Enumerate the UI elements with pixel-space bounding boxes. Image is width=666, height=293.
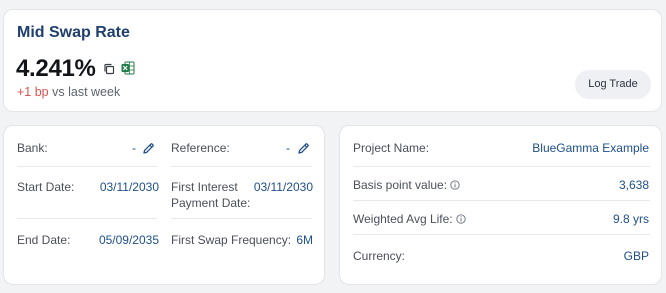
divider (353, 166, 650, 167)
excel-icon[interactable] (121, 61, 135, 75)
wal-value: 9.8 yrs (612, 212, 649, 226)
currency-value: GBP (623, 249, 649, 263)
edit-bank-pencil-icon[interactable] (142, 142, 155, 155)
divider (17, 218, 157, 219)
divider (353, 200, 650, 201)
first-swap-frequency-value: 6M (296, 233, 313, 247)
card-title: Mid Swap Rate (17, 24, 130, 41)
divider (171, 218, 312, 219)
start-date-label: Start Date: (17, 180, 75, 194)
end-date-label: End Date: (17, 233, 71, 247)
first-interest-value: 03/11/2030 (253, 180, 313, 194)
bank-value: - (132, 141, 136, 155)
divider (353, 234, 650, 235)
info-icon[interactable] (455, 214, 466, 224)
edit-reference-pencil-icon[interactable] (297, 142, 310, 155)
wal-label-row: Weighted Avg Life: (353, 211, 466, 227)
start-date-value: 03/11/2030 (99, 180, 159, 194)
change-delta: +1 bp (17, 85, 49, 99)
bank-label: Bank: (17, 141, 48, 155)
project-summary-card: Project Name: BlueGamma Example Basis po… (339, 125, 662, 285)
reference-label: Reference: (171, 141, 230, 155)
currency-label: Currency: (353, 249, 406, 263)
log-trade-button[interactable]: Log Trade (575, 70, 651, 99)
project-name-value: BlueGamma Example (532, 141, 649, 155)
change-suffix: vs last week (48, 85, 121, 99)
first-interest-label-line1: First Interest (171, 180, 238, 194)
first-interest-label-line2: Payment Date: (171, 196, 251, 210)
bpv-label-row: Basis point value: (353, 177, 460, 193)
first-swap-frequency-label: First Swap Frequency: (171, 233, 292, 247)
wal-label: Weighted Avg Life: (353, 212, 453, 226)
divider (171, 166, 312, 167)
divider (17, 166, 157, 167)
swap-rate-value: 4.241% (16, 55, 96, 82)
copy-icon[interactable] (103, 63, 115, 75)
reference-value: - (286, 141, 290, 155)
trade-details-card: Bank: - Reference: - Start Date: 03/11/2… (3, 125, 325, 285)
end-date-value: 05/09/2035 (98, 233, 159, 247)
bpv-value: 3,638 (618, 178, 649, 192)
mid-swap-rate-card: Mid Swap Rate 4.241% +1 bp vs last week … (3, 9, 662, 112)
bpv-label: Basis point value: (353, 178, 448, 192)
weekly-change: +1 bp vs last week (17, 85, 120, 99)
info-icon[interactable] (450, 180, 460, 190)
project-name-label: Project Name: (353, 141, 430, 155)
